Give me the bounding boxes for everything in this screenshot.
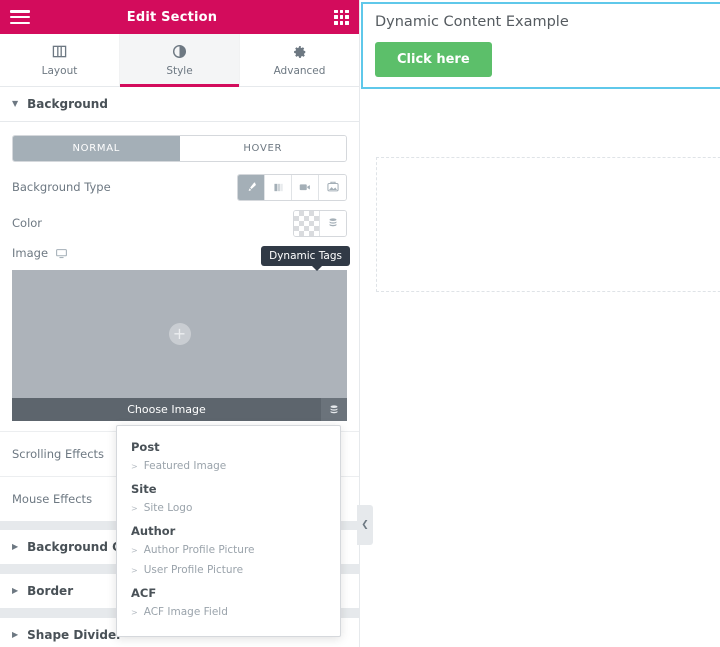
- chevron-left-icon: ❮: [361, 520, 369, 530]
- preview-empty-placeholder[interactable]: [376, 157, 720, 292]
- dropdown-item-label: Author Profile Picture: [143, 544, 255, 556]
- chevron-right-icon: >: [131, 461, 138, 471]
- dynamic-tags-dropdown: Post > Featured Image Site > Site Logo A…: [116, 425, 341, 637]
- background-type-label: Background Type: [12, 180, 111, 194]
- dropdown-item-label: ACF Image Field: [143, 606, 228, 618]
- dropdown-item-label: User Profile Picture: [143, 564, 244, 576]
- control-color: Color: [0, 205, 359, 241]
- dropdown-group-title: ACF: [131, 586, 157, 600]
- color-controls: [293, 209, 347, 237]
- mouse-effects-label: Mouse Effects: [12, 492, 93, 506]
- preview-section[interactable]: Dynamic Content Example Click here: [361, 2, 720, 89]
- tab-advanced[interactable]: Advanced: [240, 34, 359, 86]
- apps-grid-icon[interactable]: [334, 9, 349, 25]
- color-swatch[interactable]: [294, 210, 320, 236]
- preview-heading: Dynamic Content Example: [375, 14, 569, 30]
- contrast-icon: [172, 44, 187, 60]
- tab-style-label: Style: [166, 64, 193, 77]
- dropdown-group-title: Site: [131, 482, 157, 496]
- choose-image-button[interactable]: Choose Image: [12, 403, 321, 416]
- chevron-right-icon: ▶: [12, 542, 19, 551]
- dropdown-group-author: Author > Author Profile Picture > User P…: [117, 518, 340, 580]
- image-label-text: Image: [12, 246, 49, 260]
- section-header-background[interactable]: ▼ Background: [0, 87, 359, 122]
- section-title-border: Border: [27, 584, 74, 598]
- dropdown-group-acf: ACF > ACF Image Field: [117, 580, 340, 622]
- dropdown-group-title: Author: [131, 524, 176, 538]
- panel-collapse-handle[interactable]: ❮: [357, 505, 373, 545]
- choose-image-bar: Choose Image: [12, 398, 347, 421]
- background-type-slideshow-button[interactable]: [319, 174, 346, 200]
- section-title-shape-divider: Shape Divider: [27, 628, 123, 642]
- background-type-gradient-button[interactable]: [265, 174, 292, 200]
- panel-tabs: Layout Style Advanced: [0, 34, 359, 87]
- background-type-options: [237, 173, 347, 201]
- background-type-video-button[interactable]: [292, 174, 319, 200]
- panel-header: Edit Section: [0, 0, 359, 34]
- desktop-icon[interactable]: [55, 247, 68, 260]
- columns-icon: [52, 44, 67, 60]
- dropdown-item-featured-image[interactable]: > Featured Image: [117, 456, 340, 476]
- gear-icon: [293, 44, 307, 60]
- state-toggle-row: NORMAL HOVER: [0, 122, 359, 162]
- tab-layout-label: Layout: [41, 64, 78, 77]
- chevron-right-icon: >: [131, 565, 138, 575]
- chevron-right-icon: >: [131, 545, 138, 555]
- dropdown-group-title: Post: [131, 440, 160, 454]
- tab-layout[interactable]: Layout: [0, 34, 120, 86]
- tab-style[interactable]: Style: [120, 34, 240, 87]
- preview-cta-button[interactable]: Click here: [375, 42, 492, 77]
- preview-canvas: Dynamic Content Example Click here: [361, 0, 720, 647]
- panel-title: Edit Section: [126, 9, 218, 25]
- dropdown-item-label: Site Logo: [143, 502, 193, 514]
- dropdown-item-site-logo[interactable]: > Site Logo: [117, 498, 340, 518]
- dropdown-item-user-profile-picture[interactable]: > User Profile Picture: [117, 560, 340, 580]
- image-media-control: + Choose Image Dynamic Tags: [12, 246, 350, 421]
- chevron-down-icon: ▼: [12, 99, 19, 108]
- chevron-right-icon: >: [131, 607, 138, 617]
- chevron-right-icon: ▶: [12, 630, 19, 639]
- dropdown-item-label: Featured Image: [143, 460, 227, 472]
- tab-advanced-label: Advanced: [273, 64, 326, 77]
- plus-icon: +: [168, 323, 191, 345]
- dropdown-group-post: Post > Featured Image: [117, 434, 340, 476]
- dynamic-tags-tooltip: Dynamic Tags: [261, 246, 350, 271]
- chevron-right-icon: ▶: [12, 586, 19, 595]
- image-dynamic-tags-button[interactable]: [321, 398, 347, 421]
- image-preview-area[interactable]: +: [12, 270, 347, 398]
- image-label: Image: [12, 246, 68, 260]
- dropdown-item-author-profile-picture[interactable]: > Author Profile Picture: [117, 540, 340, 560]
- section-title-background: Background: [27, 97, 108, 111]
- background-type-classic-button[interactable]: [238, 174, 265, 200]
- chevron-right-icon: >: [131, 503, 138, 513]
- control-background-type: Background Type: [0, 169, 359, 205]
- state-toggle-hover[interactable]: HOVER: [179, 136, 346, 161]
- scrolling-effects-label: Scrolling Effects: [12, 447, 105, 461]
- state-toggle: NORMAL HOVER: [12, 135, 347, 162]
- color-dynamic-tags-icon[interactable]: [320, 210, 346, 236]
- app-root: Edit Section Layout Style Advanced ▼ Bac…: [0, 0, 720, 647]
- state-toggle-normal[interactable]: NORMAL: [13, 136, 180, 161]
- dropdown-group-site: Site > Site Logo: [117, 476, 340, 518]
- dropdown-item-acf-image-field[interactable]: > ACF Image Field: [117, 602, 340, 622]
- color-label: Color: [12, 216, 43, 230]
